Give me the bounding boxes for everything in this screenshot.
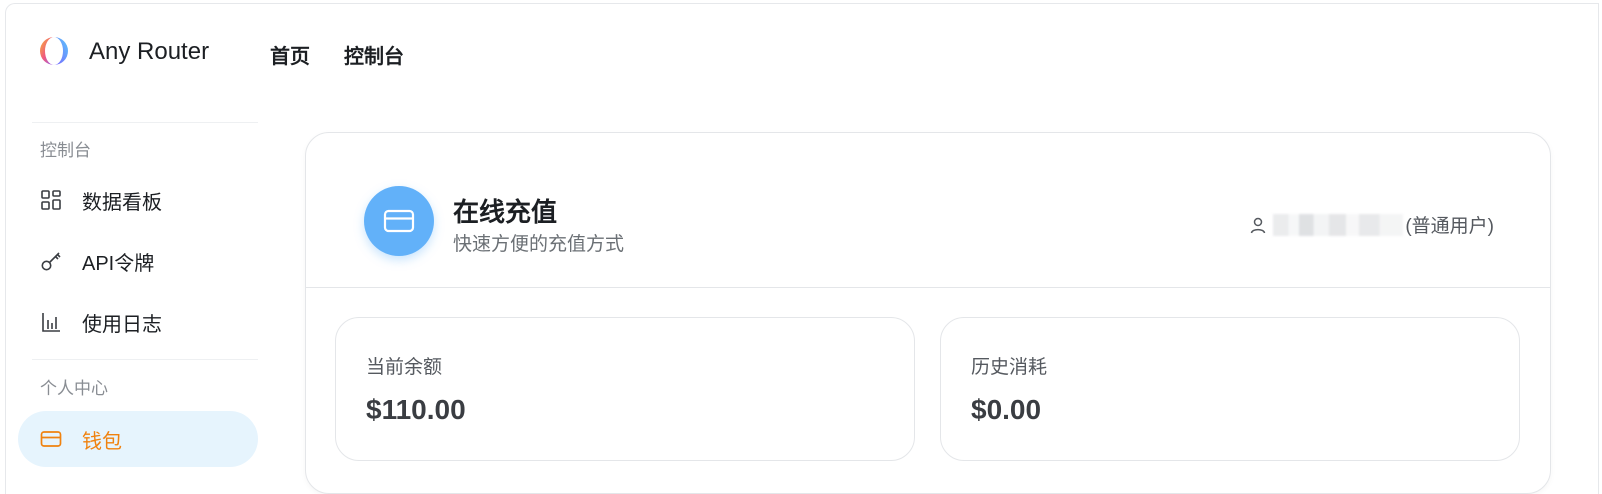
any-router-logo-icon[interactable]	[38, 35, 70, 67]
sidebar-item-label: API令牌	[82, 252, 155, 275]
section-label-console: 控制台	[40, 141, 91, 160]
sidebar-item-usage-logs[interactable]: 使用日志	[18, 294, 258, 350]
topup-card: 在线充值 快速方便的充值方式 (普通用户) 当前余额 $110.00 历史消耗 …	[305, 132, 1551, 494]
history-label: 历史消耗	[971, 357, 1048, 378]
top-nav: 首页 控制台	[270, 40, 404, 69]
nav-console-link[interactable]: 控制台	[344, 40, 404, 69]
user-info: (普通用户)	[1249, 211, 1494, 238]
sidebar-item-wallet[interactable]: 钱包	[18, 411, 258, 467]
dashboard-grid-icon	[40, 189, 62, 211]
topup-card-header: 在线充值 快速方便的充值方式 (普通用户)	[306, 133, 1550, 288]
credit-card-icon	[40, 428, 62, 450]
section-label-personal: 个人中心	[40, 379, 108, 398]
sidebar-item-label: 数据看板	[82, 191, 162, 214]
history-stat-card: 历史消耗 $0.00	[940, 317, 1520, 461]
sidebar-divider	[32, 359, 258, 360]
sidebar: 控制台 数据看板 API令牌 使用日志 个人中心 钱包	[6, 100, 268, 494]
bar-chart-icon	[40, 311, 62, 333]
balance-stat-card: 当前余额 $110.00	[335, 317, 915, 461]
balance-label: 当前余额	[366, 357, 443, 378]
page-title: 在线充值	[453, 197, 558, 227]
sidebar-divider	[32, 122, 258, 123]
top-header: Any Router 首页 控制台	[6, 4, 1598, 100]
sidebar-item-api-tokens[interactable]: API令牌	[18, 233, 258, 289]
history-value: $0.00	[971, 394, 1042, 425]
nav-home-link[interactable]: 首页	[270, 40, 310, 69]
key-icon	[40, 250, 62, 272]
user-icon	[1249, 216, 1267, 234]
brand-name[interactable]: Any Router	[89, 38, 209, 66]
balance-value: $110.00	[366, 394, 466, 425]
sidebar-item-dashboard[interactable]: 数据看板	[18, 172, 258, 228]
sidebar-item-label: 使用日志	[82, 313, 162, 336]
sidebar-item-label: 钱包	[82, 430, 122, 453]
credit-card-icon	[364, 186, 434, 256]
app-window: Any Router 首页 控制台 控制台 数据看板 API令牌 使用日志 个人…	[5, 3, 1599, 494]
user-role: (普通用户)	[1405, 216, 1494, 237]
redacted-username	[1273, 213, 1404, 236]
page-subtitle: 快速方便的充值方式	[453, 234, 625, 255]
